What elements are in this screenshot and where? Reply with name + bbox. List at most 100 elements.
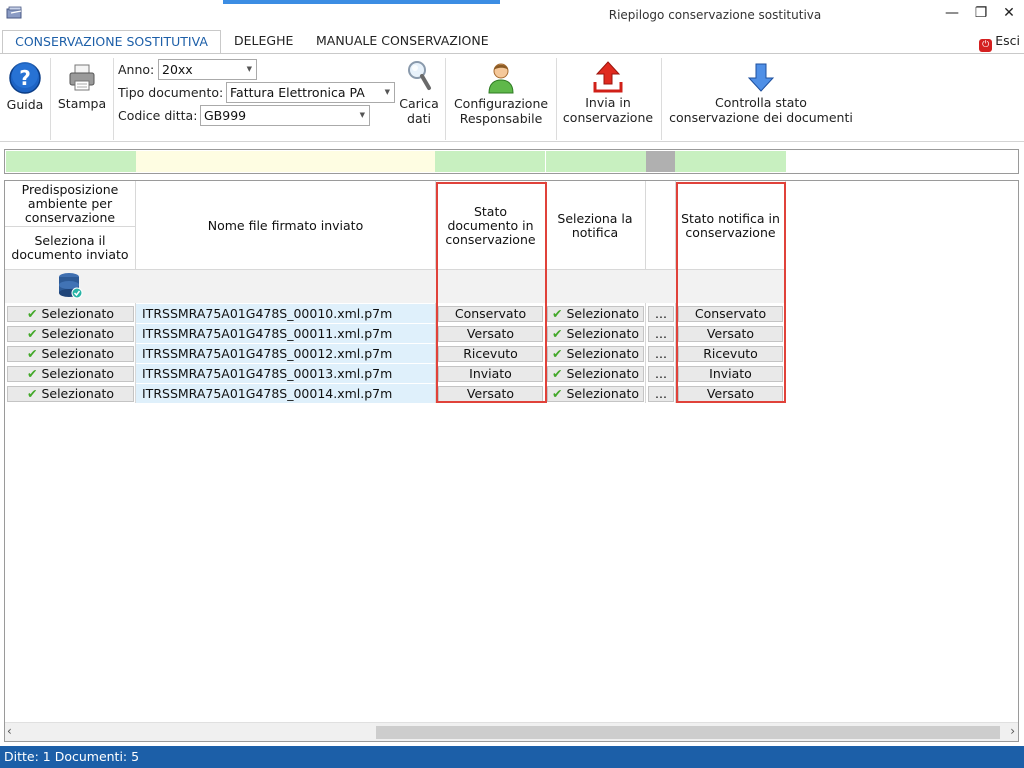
carica-dati-button[interactable]: Carica dati <box>397 54 441 126</box>
selezione-notifica-button[interactable]: ✔ Selezionato <box>547 346 644 362</box>
carica-label-line2: dati <box>407 111 431 126</box>
selezione-documento-button-text: Selezionato <box>41 386 115 401</box>
esci-button[interactable]: ⏻ Esci <box>979 33 1020 52</box>
tab-manuale-conservazione[interactable]: MANUALE CONSERVAZIONE <box>306 30 499 54</box>
configurazione-responsabile-button[interactable]: Configurazione Responsabile <box>450 54 552 126</box>
file-name-cell: ITRSSMRA75A01G478S_00012.xml.p7m <box>136 344 435 363</box>
anno-select[interactable]: 20xx ▼ <box>158 59 257 80</box>
file-name-cell-text: ITRSSMRA75A01G478S_00014.xml.p7m <box>142 386 393 401</box>
selezione-notifica-button[interactable]: ✔ Selezionato <box>547 366 644 382</box>
stampa-button[interactable]: Stampa <box>55 54 109 111</box>
more-button-text: ... <box>655 346 667 361</box>
strip-cell-yellow <box>136 151 435 172</box>
scroll-left-icon[interactable]: ‹ <box>7 724 12 738</box>
controlla-stato-button[interactable]: Controlla stato conservazione dei docume… <box>665 54 857 125</box>
col-header-predisposizione: Predisposizione ambiente per conservazio… <box>21 182 119 225</box>
table-row[interactable]: ✔ Selezionato ITRSSMRA75A01G478S_00010.xml… <box>5 304 785 324</box>
scrollbar-thumb[interactable] <box>376 726 1000 739</box>
more-button-text: ... <box>655 366 667 381</box>
minimize-button[interactable]: — <box>938 2 966 24</box>
controlla-label-line2: conservazione dei documenti <box>669 110 853 125</box>
selezione-notifica-button-text: Selezionato <box>566 386 640 401</box>
close-button[interactable]: ✕ <box>995 2 1023 24</box>
anno-label: Anno: <box>118 62 155 77</box>
check-icon: ✔ <box>551 386 563 401</box>
more-button-text: ... <box>655 306 667 321</box>
tipo-documento-label: Tipo documento: <box>118 85 224 100</box>
strip-cell-gray <box>646 151 675 172</box>
selezione-documento-button[interactable]: ✔ Selezionato <box>7 326 134 342</box>
more-button[interactable]: ... <box>648 366 674 382</box>
configurazione-label: Configurazione Responsabile <box>450 96 552 126</box>
table-row[interactable]: ✔ Selezionato ITRSSMRA75A01G478S_00014.xml… <box>5 384 785 404</box>
strip-cell-green <box>675 151 786 172</box>
selezione-documento-button[interactable]: ✔ Selezionato <box>7 386 134 402</box>
selezione-notifica-button[interactable]: ✔ Selezionato <box>547 386 644 402</box>
tipo-documento-value: Fattura Elettronica PA <box>230 85 365 100</box>
horizontal-scrollbar[interactable]: ‹ › <box>5 722 1018 741</box>
tab-conservazione-sostitutiva[interactable]: CONSERVAZIONE SOSTITUTIVA <box>2 30 221 54</box>
more-button[interactable]: ... <box>648 326 674 342</box>
file-name-cell: ITRSSMRA75A01G478S_00013.xml.p7m <box>136 364 435 383</box>
more-button[interactable]: ... <box>648 306 674 322</box>
file-name-cell: ITRSSMRA75A01G478S_00014.xml.p7m <box>136 384 435 403</box>
check-icon: ✔ <box>26 366 38 381</box>
table-row[interactable]: ✔ Selezionato ITRSSMRA75A01G478S_00013.xml… <box>5 364 785 384</box>
check-icon: ✔ <box>26 386 38 401</box>
more-button[interactable]: ... <box>648 386 674 402</box>
strip-cell-green <box>435 151 545 172</box>
esci-label: Esci <box>995 33 1020 48</box>
check-icon: ✔ <box>551 346 563 361</box>
check-icon: ✔ <box>26 326 38 341</box>
database-check-icon[interactable] <box>57 272 83 304</box>
ribbon-tabs: CONSERVAZIONE SOSTITUTIVA DELEGHE MANUAL… <box>0 30 1024 54</box>
selezione-documento-button-text: Selezionato <box>41 306 115 321</box>
more-button-text: ... <box>655 326 667 341</box>
selezione-documento-button[interactable]: ✔ Selezionato <box>7 306 134 322</box>
more-button[interactable]: ... <box>648 346 674 362</box>
selezione-notifica-button[interactable]: ✔ Selezionato <box>547 306 644 322</box>
table-row[interactable]: ✔ Selezionato ITRSSMRA75A01G478S_00011.xml… <box>5 324 785 344</box>
file-name-cell-text: ITRSSMRA75A01G478S_00011.xml.p7m <box>142 326 393 341</box>
file-name-cell-text: ITRSSMRA75A01G478S_00010.xml.p7m <box>142 306 393 321</box>
check-icon: ✔ <box>551 366 563 381</box>
printer-icon <box>69 64 95 91</box>
scroll-right-icon[interactable]: › <box>1010 724 1015 738</box>
carica-label: Carica dati <box>397 96 441 126</box>
tipo-documento-select[interactable]: Fattura Elettronica PA ▼ <box>226 82 395 103</box>
table-row[interactable]: ✔ Selezionato ITRSSMRA75A01G478S_00012.xml… <box>5 344 785 364</box>
selezione-documento-button[interactable]: ✔ Selezionato <box>7 366 134 382</box>
highlight-stato-notifica <box>676 182 786 403</box>
selezione-notifica-button[interactable]: ✔ Selezionato <box>547 326 644 342</box>
restore-button[interactable]: ❐ <box>967 2 995 24</box>
selezione-notifica-button-text: Selezionato <box>566 306 640 321</box>
title-bar: Riepilogo conservazione sostitutiva — ❐ … <box>0 0 1024 30</box>
upload-arrow-icon <box>593 61 623 93</box>
svg-text:?: ? <box>19 66 31 90</box>
check-icon: ✔ <box>551 306 563 321</box>
tab-deleghe[interactable]: DELEGHE <box>224 30 303 54</box>
check-icon: ✔ <box>551 326 563 341</box>
legend-strip <box>4 149 1019 174</box>
file-name-cell: ITRSSMRA75A01G478S_00010.xml.p7m <box>136 304 435 323</box>
highlight-stato-documento <box>436 182 547 403</box>
file-name-cell: ITRSSMRA75A01G478S_00011.xml.p7m <box>136 324 435 343</box>
invia-in-conservazione-button[interactable]: Invia in conservazione <box>560 54 656 125</box>
chevron-down-icon: ▼ <box>384 88 390 96</box>
download-arrow-icon <box>747 63 775 92</box>
invia-label-line1: Invia in <box>585 95 631 110</box>
status-bar: Ditte: 1 Documenti: 5 <box>0 746 1024 768</box>
codice-ditta-label: Codice ditta: <box>118 108 198 123</box>
more-button-text: ... <box>655 386 667 401</box>
carica-label-line1: Carica <box>399 96 439 111</box>
selezione-notifica-button-text: Selezionato <box>566 366 640 381</box>
codice-ditta-value: GB999 <box>204 108 247 123</box>
codice-ditta-select[interactable]: GB999 ▼ <box>200 105 370 126</box>
app-window: Riepilogo conservazione sostitutiva — ❐ … <box>0 0 1024 768</box>
selezione-documento-button[interactable]: ✔ Selezionato <box>7 346 134 362</box>
guida-label: Guida <box>6 97 44 112</box>
controlla-label: Controlla stato conservazione dei docume… <box>665 95 857 125</box>
guida-button[interactable]: ? Guida <box>4 54 46 112</box>
file-name-cell-text: ITRSSMRA75A01G478S_00013.xml.p7m <box>142 366 393 381</box>
help-icon: ? <box>9 62 41 94</box>
